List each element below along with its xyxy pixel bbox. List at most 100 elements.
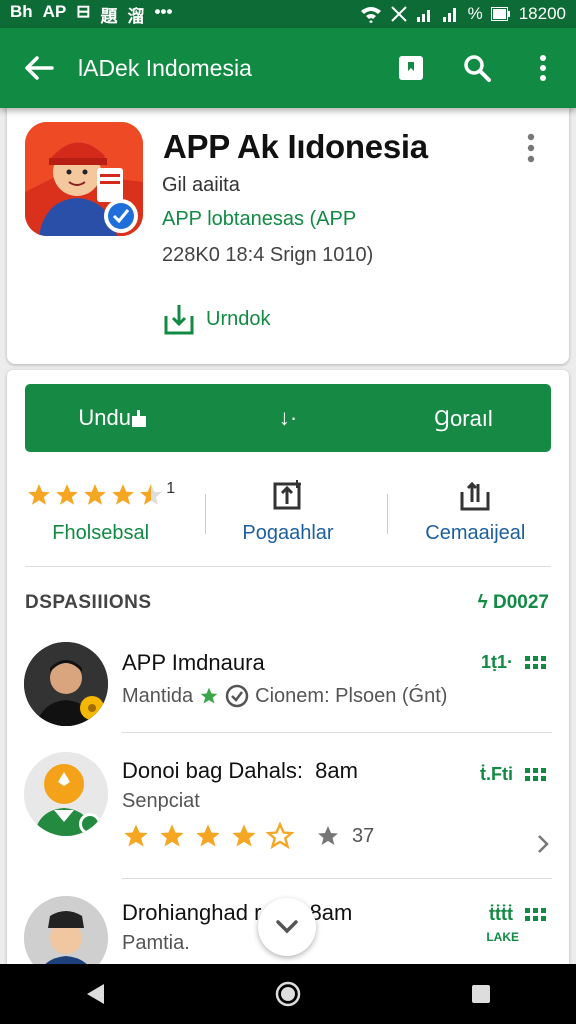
open-button[interactable]: Ɡoraıl	[376, 384, 551, 452]
bookmark-button[interactable]	[378, 28, 444, 108]
item-title-row: Donoi bag Dahals: 8am	[122, 758, 358, 784]
signal-icon	[442, 8, 456, 22]
star-icon	[84, 484, 107, 505]
item-sub-a: Mantida	[122, 684, 194, 707]
divider	[25, 566, 551, 567]
back-arrow-icon	[25, 56, 54, 80]
app-developer[interactable]: Gil aaiita	[162, 174, 240, 197]
section-code[interactable]: ϟ D0027	[478, 592, 549, 614]
star-icon	[56, 484, 79, 505]
grid-dots-icon	[525, 908, 551, 921]
item-rating: 37	[122, 822, 374, 850]
download-button-label: ↓·	[278, 405, 298, 430]
item-sub: Pamtia.	[122, 932, 190, 954]
rating-stars: 1	[26, 476, 175, 514]
rating-count: 37	[352, 824, 375, 847]
item-right[interactable]: 1ṭ1·	[481, 652, 551, 673]
more-vert-icon	[540, 55, 546, 81]
primary-action-bar: Undu ↓· Ɡoraıl	[25, 384, 551, 452]
grid-dots-icon	[525, 768, 551, 781]
app-icon[interactable]	[25, 122, 143, 236]
upload-box-icon	[273, 480, 301, 510]
grid-dots-icon	[525, 656, 551, 669]
star-icon	[124, 824, 148, 847]
download-button[interactable]: ↓·	[200, 384, 375, 452]
scroll-down-button[interactable]	[258, 898, 316, 956]
stat-label: Fholsebsal	[52, 522, 150, 544]
star-icon	[28, 484, 51, 505]
list-item[interactable]: Donoi bag Dahals: 8am Senpciat 37 ṫ.Fti	[7, 748, 569, 858]
details-card: Undu ↓· Ɡoraıl 1 Fholsebsal Pogaahlar Ce…	[7, 370, 569, 990]
stat-share[interactable]: Cemaaijeal	[382, 476, 569, 556]
star-outline-icon	[266, 822, 294, 850]
item-code: 1ṭ1·	[480, 652, 513, 672]
item-name: Drohianghad r	[122, 900, 262, 925]
item-name: APP Imdnaura	[122, 650, 265, 675]
avatar-image	[24, 642, 108, 726]
stat-rating[interactable]: 1 Fholsebsal	[7, 476, 194, 556]
more-vert-icon[interactable]	[519, 132, 543, 166]
avatar-image	[24, 752, 108, 836]
install-button[interactable]: Undu	[25, 384, 200, 452]
signal-off-icon	[390, 6, 407, 22]
status-item: AP	[42, 1, 67, 21]
nav-recents-icon[interactable]	[470, 983, 492, 1005]
item-sub: Senpciat	[122, 790, 200, 812]
status-time: 18200	[518, 4, 566, 23]
install-link-label: Urndok	[206, 307, 271, 330]
item-time: 8am	[315, 758, 358, 783]
avatar	[24, 642, 108, 726]
item-code: ṫṫṫṫ	[489, 904, 513, 924]
star-icon	[112, 484, 135, 505]
status-item: ⊟	[76, 1, 91, 21]
battery-icon	[490, 7, 510, 21]
section-title: DSPASIIIONS	[25, 592, 152, 613]
install-link[interactable]: Urndok	[162, 302, 270, 336]
star-half-icon	[140, 484, 163, 505]
app-title: APP Ak Iıdonesia	[163, 128, 428, 165]
item-right-sub: LAKE	[486, 930, 519, 944]
stat-icon-wrap	[271, 476, 305, 514]
back-button[interactable]	[0, 28, 78, 108]
stat-label: Cemaaijeal	[425, 522, 526, 544]
app-bar-title: lADek Indomesia	[78, 54, 252, 81]
status-left: Bh AP ⊟ 題 溜 •••	[10, 2, 172, 27]
status-item: Bh	[10, 1, 33, 21]
star-icon	[196, 824, 220, 847]
item-code: ṫ.Fti	[480, 764, 513, 784]
app-bar: lADek Indomesia	[0, 28, 576, 108]
status-item: •••	[154, 1, 173, 21]
more-options-button[interactable]	[510, 28, 576, 108]
stat-label: Pogaahlar	[242, 522, 334, 544]
status-item: 溜	[127, 6, 145, 26]
share-box-icon	[460, 481, 490, 511]
chevron-right-icon[interactable]	[537, 834, 549, 854]
item-right[interactable]: ṫṫṫṫ	[489, 904, 551, 925]
item-sub-b: Cionem: Plsoen (Ǵnt)	[255, 684, 448, 707]
stat-content-rating[interactable]: Pogaahlar	[194, 476, 381, 556]
status-item: 題	[100, 6, 118, 26]
nav-back-icon[interactable]	[84, 982, 106, 1006]
app-category[interactable]: APP lobtanesas (APP	[162, 208, 356, 231]
star-icon	[318, 826, 338, 845]
search-icon	[464, 55, 491, 82]
list-item[interactable]: APP Imdnaura Mantida Cionem: Plsoen (Ǵnt…	[7, 638, 569, 728]
nav-home-icon[interactable]	[275, 981, 301, 1007]
chevron-down-icon	[276, 920, 298, 934]
verified-icon	[225, 684, 249, 708]
search-button[interactable]	[444, 28, 510, 108]
status-right: % 18200	[360, 4, 566, 24]
open-button-label: Ɡoraıl	[433, 406, 493, 431]
stats-row: 1 Fholsebsal Pogaahlar Cemaaijeal	[7, 476, 569, 556]
system-nav-bar	[0, 964, 576, 1024]
star-icon	[232, 824, 256, 847]
item-right[interactable]: ṫ.Fti	[480, 764, 551, 785]
item-sub: Mantida Cionem: Plsoen (Ǵnt)	[122, 684, 447, 708]
install-button-label: Undu	[78, 405, 131, 430]
app-header-card: APP Ak Iıdonesia Gil aaiita APP lobtanes…	[7, 108, 569, 364]
item-time: 8am	[309, 900, 353, 925]
item-title-row: Drohianghad r 8am	[122, 900, 352, 926]
avatar	[24, 752, 108, 836]
rating-text: 1	[166, 480, 176, 497]
divider	[122, 732, 552, 733]
